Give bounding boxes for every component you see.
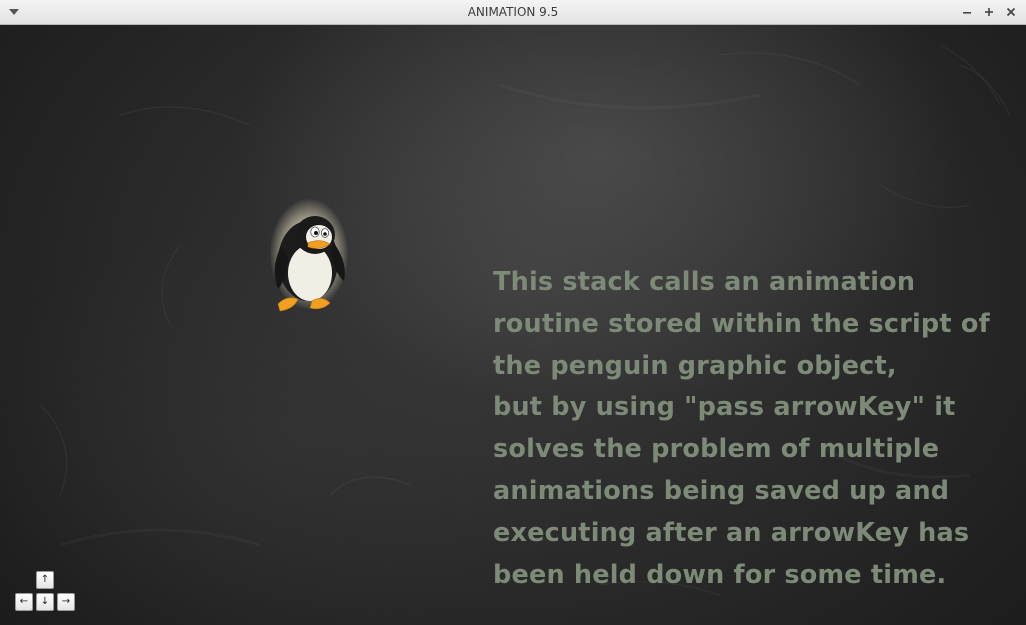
description-line: This stack calls an animation — [493, 267, 916, 297]
arrow-up-button[interactable]: ↑ — [36, 571, 54, 589]
arrow-down-button[interactable]: ↓ — [36, 593, 54, 611]
description-text: This stack calls an animation routine st… — [493, 262, 1023, 596]
description-line: solves the problem of multiple — [493, 434, 940, 465]
minimize-icon — [958, 3, 976, 21]
description-line: been held down for some time. — [493, 559, 947, 590]
description-line: but by using "pass arrowKey" it — [493, 392, 956, 423]
window-title: ANIMATION 9.5 — [467, 5, 559, 19]
close-button[interactable] — [1002, 3, 1020, 21]
maximize-button[interactable] — [980, 3, 998, 21]
maximize-icon — [980, 3, 998, 21]
close-icon — [1002, 3, 1020, 21]
chalkboard-card: This stack calls an animation routine st… — [0, 25, 1026, 625]
description-line: executing after an arrowKey has — [493, 517, 970, 548]
arrow-left-button[interactable]: ← — [15, 593, 33, 611]
minimize-button[interactable] — [958, 3, 976, 21]
arrow-right-button[interactable]: → — [57, 593, 75, 611]
description-line: the penguin graphic object, — [493, 350, 897, 381]
description-line: routine stored within the script of — [493, 308, 990, 339]
penguin-graphic[interactable] — [264, 191, 354, 316]
window-titlebar[interactable]: ANIMATION 9.5 — [0, 0, 1026, 25]
description-line: animations being saved up and — [493, 475, 950, 506]
